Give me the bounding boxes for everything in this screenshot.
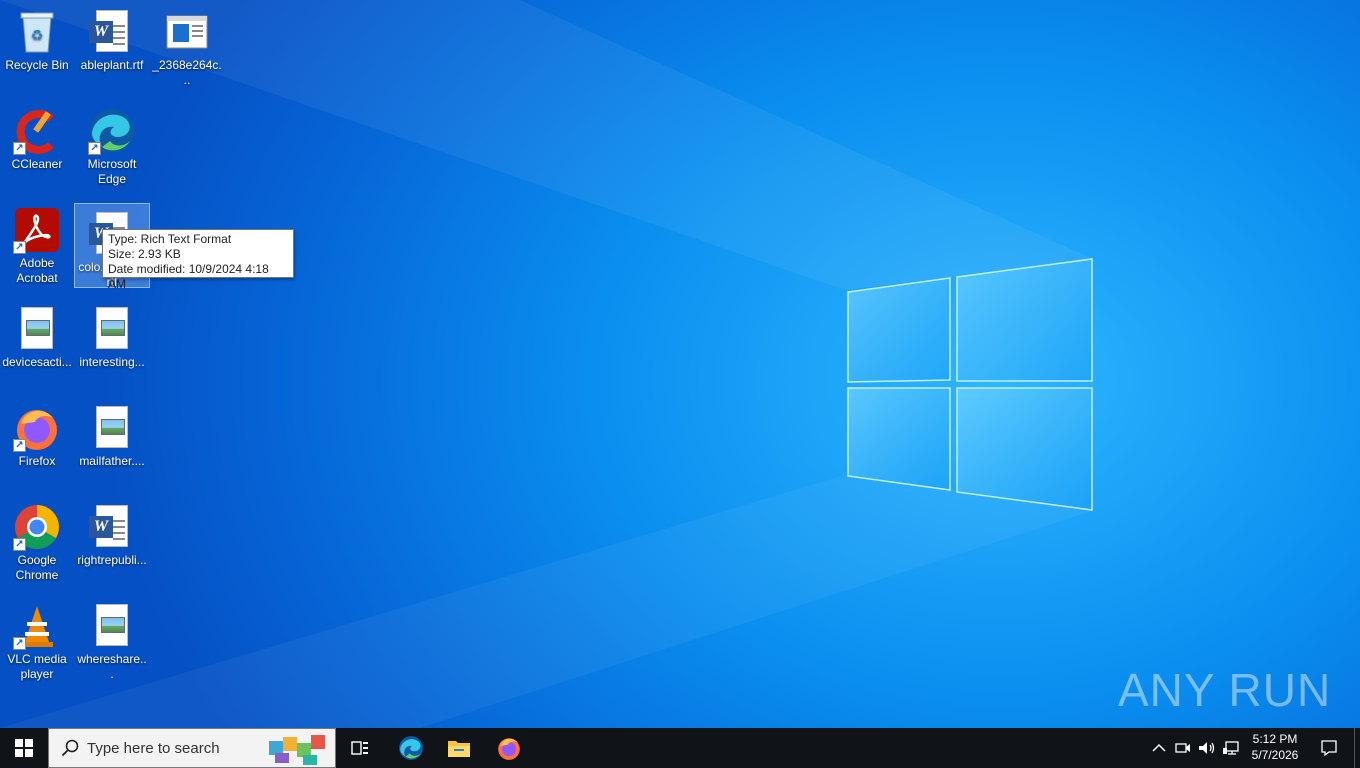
desktop-icon-microsoft-edge[interactable]: ↗ Microsoft Edge [75,101,149,187]
icon-label: rightrepubli... [77,553,147,567]
word-document-icon: W [88,503,136,551]
show-desktop-button[interactable] [1354,728,1360,768]
tray-show-hidden-icons[interactable] [1148,728,1170,768]
icon-label: Google Chrome [15,553,59,582]
desktop-icon-mailfather[interactable]: mailfather.... [75,398,149,469]
chrome-icon: ↗ [13,503,61,551]
search-highlight-puzzle-icon [269,735,325,765]
wallpaper-windows-logo [0,0,1095,728]
shortcut-arrow-icon: ↗ [13,439,26,452]
notification-icon [1321,740,1337,757]
tray-network[interactable] [1220,728,1242,768]
desktop-icon-adobe-acrobat[interactable]: ↗ Adobe Acrobat [0,200,74,286]
tray-meet-now[interactable] [1172,728,1194,768]
desktop: ♻ Recycle Bin ↗ CCleaner ↗ Adobe Acrobat [0,0,1360,728]
desktop-icon-firefox[interactable]: ↗ Firefox [0,398,74,469]
desktop-icon-recycle-bin[interactable]: ♻ Recycle Bin [0,2,74,73]
icon-label: Adobe Acrobat [16,256,58,285]
icon-label: whereshare... [77,652,147,681]
taskbar-search-box[interactable]: Type here to search [48,728,336,768]
desktop-icon-interesting[interactable]: interesting... [75,299,149,370]
windows-start-icon [15,739,33,757]
adobe-acrobat-icon: ↗ [13,206,61,254]
svg-text:♻: ♻ [31,28,44,44]
icon-label: Recycle Bin [5,58,69,72]
icon-label: Firefox [18,454,56,468]
start-button[interactable] [0,728,48,768]
tray-volume[interactable] [1196,728,1218,768]
icon-label: _2368e264c... [152,58,222,87]
shortcut-arrow-icon: ↗ [88,142,101,155]
desktop-icon-whereshare[interactable]: whereshare... [75,596,149,682]
firefox-icon: ↗ [13,404,61,452]
desktop-icon-rightrepubli[interactable]: W rightrepubli... [75,497,149,568]
folder-icon [448,741,470,757]
image-file-icon [13,305,61,353]
taskbar-clock[interactable]: 5:12 PM 5/7/2026 [1244,731,1306,763]
taskbar: Type here to search 5:12 PM 5/7/2026 [0,728,1360,768]
chevron-up-icon [1152,743,1166,752]
image-file-icon [88,404,136,452]
tooltip-size: Size: 2.93 KB [108,247,181,261]
watermark-text: ANY RUN [1118,664,1332,716]
tooltip-type: Type: Rich Text Format [108,232,232,246]
icon-label: Microsoft Edge [87,157,137,186]
tooltip-date-modified: Date modified: 10/9/2024 4:18 AM [108,262,269,291]
word-document-icon: W [88,8,136,56]
firefox-icon [498,738,520,760]
ccleaner-icon: ↗ [13,107,61,155]
desktop-icon-ccleaner[interactable]: ↗ CCleaner [0,101,74,172]
shortcut-arrow-icon: ↗ [13,142,26,155]
icon-label: ableplant.rtf [80,58,144,72]
taskbar-file-explorer-button[interactable] [438,728,480,768]
icon-label: devicesacti... [2,355,72,369]
window-file-icon [163,8,211,56]
edge-icon [399,736,423,760]
desktop-icon-2368e264c[interactable]: _2368e264c... [150,2,224,88]
recycle-bin-icon: ♻ [13,8,61,56]
desktop-icon-devicesacti[interactable]: devicesacti... [0,299,74,370]
camera-icon [1175,743,1190,753]
icon-label: CCleaner [11,157,63,171]
shortcut-arrow-icon: ↗ [13,637,26,650]
desktop-icon-ableplant-rtf[interactable]: W ableplant.rtf [75,2,149,73]
taskbar-edge-button[interactable] [390,728,432,768]
clock-date: 5/7/2026 [1251,748,1299,762]
search-placeholder: Type here to search [87,739,220,757]
shortcut-arrow-icon: ↗ [13,241,26,254]
icon-label: interesting... [79,355,145,369]
task-view-icon [351,741,368,755]
task-view-button[interactable] [340,728,380,768]
desktop-icon-google-chrome[interactable]: ↗ Google Chrome [0,497,74,583]
vlc-cone-icon: ↗ [13,602,61,650]
network-icon [1223,741,1239,755]
taskbar-firefox-button[interactable] [488,728,530,768]
image-file-icon [88,602,136,650]
action-center-button[interactable] [1312,728,1346,768]
file-info-tooltip: Type: Rich Text Format Size: 2.93 KB Dat… [102,229,294,291]
clock-time: 5:12 PM [1252,732,1298,746]
icon-label: mailfather.... [79,454,145,468]
image-file-icon [88,305,136,353]
speaker-icon [1199,742,1215,754]
shortcut-arrow-icon: ↗ [13,538,26,551]
search-icon [61,739,79,757]
icon-label: VLC media player [7,652,67,681]
desktop-icon-vlc[interactable]: ↗ VLC media player [0,596,74,682]
edge-icon: ↗ [88,107,136,155]
anyrun-watermark: ANY RUN [1118,658,1331,722]
